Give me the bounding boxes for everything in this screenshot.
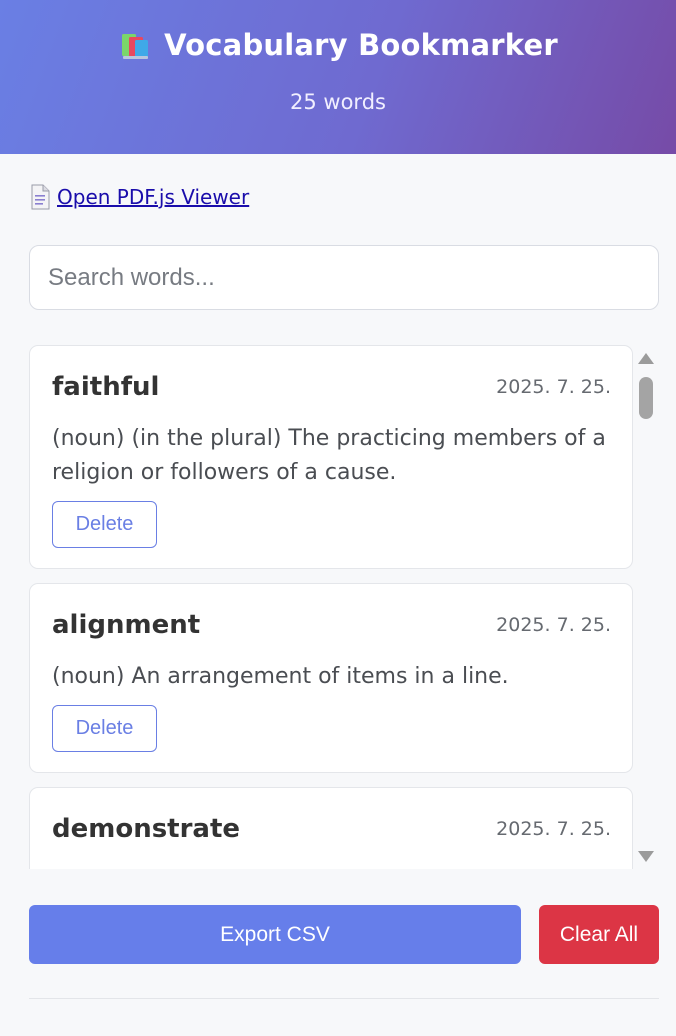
clear-all-button[interactable]: Clear All <box>539 905 659 964</box>
delete-button[interactable]: Delete <box>52 705 157 752</box>
word-card: demonstrate 2025. 7. 25. <box>29 787 633 869</box>
word-text: demonstrate <box>52 814 241 844</box>
word-count: 25 words <box>290 90 386 114</box>
word-list-scrollbar[interactable] <box>636 345 656 869</box>
pdf-link-label: Open PDF.js Viewer <box>57 185 250 209</box>
delete-button[interactable]: Delete <box>52 501 157 548</box>
word-date: 2025. 7. 25. <box>496 614 611 636</box>
word-text: alignment <box>52 610 201 640</box>
word-definition: (noun) (in the plural) The practicing me… <box>52 426 606 485</box>
export-csv-button[interactable]: Export CSV <box>29 905 521 964</box>
scroll-down-arrow-icon[interactable] <box>638 851 654 862</box>
app-title: Vocabulary Bookmarker <box>164 28 558 62</box>
footer-divider <box>29 998 659 999</box>
word-text: faithful <box>52 372 160 402</box>
open-pdf-viewer-link[interactable]: Open PDF.js Viewer <box>29 184 249 210</box>
word-card: alignment 2025. 7. 25. (noun) An arrange… <box>29 583 633 773</box>
word-date: 2025. 7. 25. <box>496 376 611 398</box>
scroll-thumb[interactable] <box>639 377 653 419</box>
word-list[interactable]: faithful 2025. 7. 25. (noun) (in the plu… <box>29 345 633 869</box>
word-date: 2025. 7. 25. <box>496 818 611 840</box>
title-row: Vocabulary Bookmarker <box>0 28 676 62</box>
books-icon <box>118 28 152 62</box>
word-card: faithful 2025. 7. 25. (noun) (in the plu… <box>29 345 633 569</box>
app-header: Vocabulary Bookmarker 25 words <box>0 0 676 154</box>
search-input[interactable] <box>29 245 659 310</box>
word-definition: (noun) An arrangement of items in a line… <box>52 664 509 689</box>
scroll-up-arrow-icon[interactable] <box>638 353 654 364</box>
document-icon <box>29 184 51 210</box>
